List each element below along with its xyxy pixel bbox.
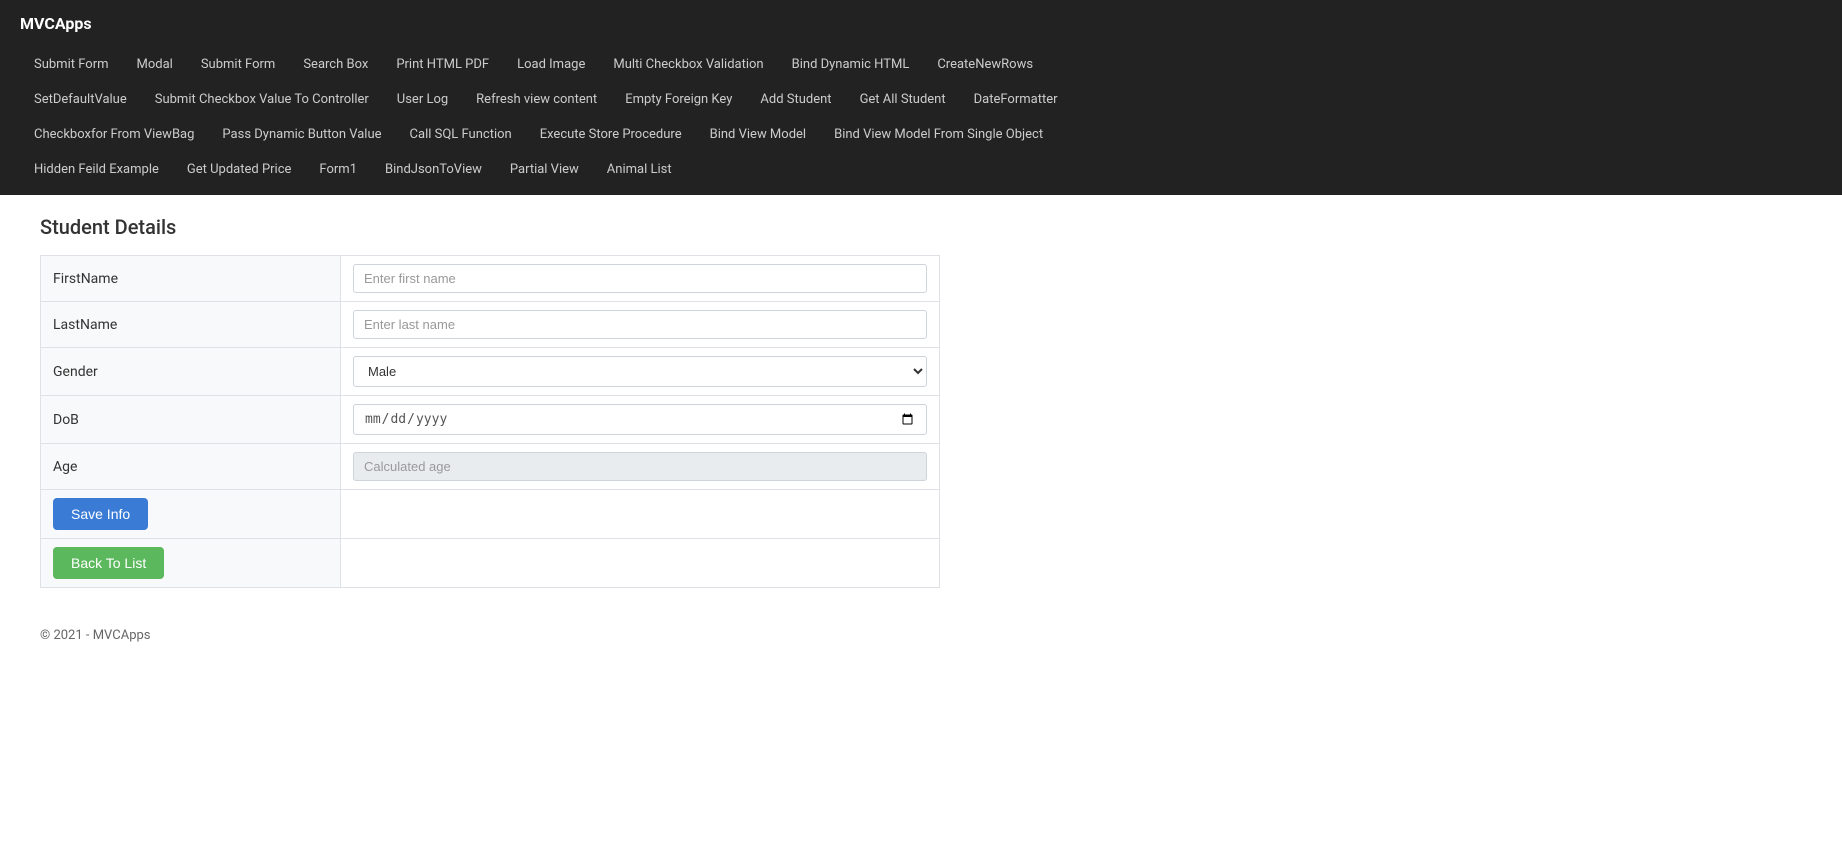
nav-hidden-field[interactable]: Hidden Feild Example [20,152,173,187]
nav-bind-dynamic-html[interactable]: Bind Dynamic HTML [778,47,924,82]
nav-modal[interactable]: Modal [123,47,187,82]
page-title: Student Details [40,215,1802,239]
nav-rows: Submit FormModalSubmit FormSearch BoxPri… [20,47,1822,195]
nav-search-box[interactable]: Search Box [289,47,382,82]
nav-multi-checkbox[interactable]: Multi Checkbox Validation [599,47,777,82]
gender-row: Gender MaleFemaleOther [41,348,940,396]
nav-refresh-view[interactable]: Refresh view content [462,82,611,117]
gender-label: Gender [41,348,341,396]
nav-row-2: SetDefaultValueSubmit Checkbox Value To … [20,82,1822,117]
save-row: Save Info [41,490,940,539]
nav-create-new-rows[interactable]: CreateNewRows [923,47,1047,82]
nav-add-student[interactable]: Add Student [746,82,845,117]
age-label: Age [41,444,341,490]
back-row: Back To List [41,539,940,588]
nav-row-3: Checkboxfor From ViewBagPass Dynamic But… [20,117,1822,152]
nav-checkboxfor[interactable]: Checkboxfor From ViewBag [20,117,208,152]
lastname-label: LastName [41,302,341,348]
firstname-label: FirstName [41,256,341,302]
lastname-row: LastName [41,302,940,348]
nav-row-1: Submit FormModalSubmit FormSearch BoxPri… [20,47,1822,82]
nav-bind-json[interactable]: BindJsonToView [371,152,496,187]
age-row: Age [41,444,940,490]
nav-empty-foreign-key[interactable]: Empty Foreign Key [611,82,746,117]
dob-row: DoB [41,396,940,444]
nav-animal-list[interactable]: Animal List [593,152,686,187]
nav-bind-view-model-single[interactable]: Bind View Model From Single Object [820,117,1057,152]
dob-input[interactable] [353,404,927,435]
student-details-table: FirstName LastName Gender MaleFemaleOthe… [40,255,940,588]
nav-submit-checkbox[interactable]: Submit Checkbox Value To Controller [141,82,383,117]
back-button[interactable]: Back To List [53,547,164,579]
firstname-row: FirstName [41,256,940,302]
nav-pass-dynamic[interactable]: Pass Dynamic Button Value [208,117,395,152]
save-button[interactable]: Save Info [53,498,148,530]
age-input [353,452,927,481]
nav-submit-form-1[interactable]: Submit Form [20,47,123,82]
nav-partial-view[interactable]: Partial View [496,152,593,187]
main-content: Student Details FirstName LastName Gende… [0,195,1842,608]
nav-execute-store[interactable]: Execute Store Procedure [526,117,696,152]
nav-print-html-pdf[interactable]: Print HTML PDF [382,47,503,82]
gender-select[interactable]: MaleFemaleOther [353,356,927,387]
nav-user-log[interactable]: User Log [383,82,462,117]
nav-form1[interactable]: Form1 [305,152,371,187]
nav-get-updated-price[interactable]: Get Updated Price [173,152,306,187]
footer: © 2021 - MVCApps [0,608,1842,663]
nav-bind-view-model[interactable]: Bind View Model [696,117,820,152]
nav-load-image[interactable]: Load Image [503,47,599,82]
navbar: MVCApps Submit FormModalSubmit FormSearc… [0,0,1842,195]
nav-get-all-student[interactable]: Get All Student [846,82,960,117]
firstname-input[interactable] [353,264,927,293]
nav-submit-form-2[interactable]: Submit Form [187,47,290,82]
lastname-input[interactable] [353,310,927,339]
dob-label: DoB [41,396,341,444]
nav-date-formatter[interactable]: DateFormatter [960,82,1072,117]
nav-row-4: Hidden Feild ExampleGet Updated PriceFor… [20,152,1822,187]
nav-call-sql[interactable]: Call SQL Function [396,117,526,152]
brand-link[interactable]: MVCApps [20,0,92,47]
nav-set-default-value[interactable]: SetDefaultValue [20,82,141,117]
footer-text: © 2021 - MVCApps [40,628,151,643]
